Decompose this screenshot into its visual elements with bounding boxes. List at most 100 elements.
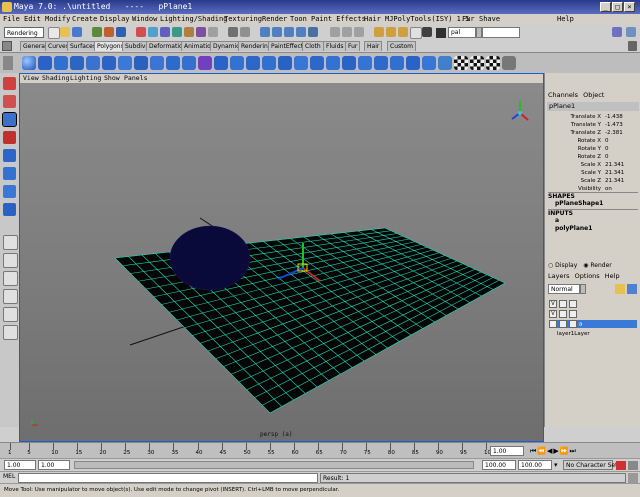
visibility-toggle-icon[interactable]: V [549, 320, 557, 328]
channel-attribute-value[interactable]: 21.341 [605, 177, 624, 185]
playback-toggle-icon[interactable] [559, 300, 567, 308]
input-node-a[interactable]: a [555, 217, 559, 224]
menu-toon[interactable]: Toon [290, 14, 307, 25]
channel-attribute-value[interactable]: -1.473 [605, 121, 623, 129]
quick-select-field[interactable]: pal [448, 27, 476, 38]
sphere-object[interactable] [169, 225, 251, 291]
shelf-options-icon[interactable] [3, 56, 13, 70]
range-bar[interactable] [74, 461, 474, 469]
render-globals-icon[interactable] [410, 27, 422, 39]
selected-object-name[interactable]: pPlane1 [547, 102, 639, 111]
poly-prism-icon[interactable] [118, 56, 132, 70]
split-polygon-icon[interactable] [374, 56, 388, 70]
script-editor-icon[interactable] [628, 473, 638, 483]
select-surfaces-icon[interactable] [172, 27, 182, 37]
character-set-field[interactable]: No Character Set [563, 460, 617, 470]
make-live-icon[interactable] [308, 27, 318, 37]
poly-sphere-icon[interactable] [22, 56, 36, 70]
checker-map-icon[interactable] [454, 56, 468, 70]
end-time-field[interactable]: 100.00 [518, 460, 552, 470]
select-curves-icon[interactable] [160, 27, 170, 37]
shelf-tab-custom[interactable]: Custom [387, 41, 416, 51]
layer-name[interactable]: a [579, 322, 582, 328]
playback-end-field[interactable]: 100.00 [482, 460, 516, 470]
layer-row[interactable]: V [549, 310, 637, 318]
mirror-geometry-icon[interactable] [310, 56, 324, 70]
menu-mjpolytools[interactable]: MJPolyTools(ISY) 1.5 [385, 14, 469, 25]
channel-attribute-value[interactable]: 21.341 [605, 169, 624, 177]
poly-helix-icon[interactable] [150, 56, 164, 70]
playback-start-field[interactable]: 1.00 [38, 460, 70, 470]
construction-history-icon[interactable] [354, 27, 364, 37]
shelf-tab-fur[interactable]: Fur [345, 41, 361, 51]
layers-menu-layers[interactable]: Layers [548, 272, 570, 280]
shelf-tab-hair[interactable]: Hair [364, 41, 383, 51]
menu-file[interactable]: File [3, 14, 20, 25]
visibility-toggle-icon[interactable]: V [549, 300, 557, 308]
display-radio-icon[interactable]: ○ [548, 262, 553, 269]
channel-box-menu-channels[interactable]: Channels [548, 91, 578, 99]
channel-attribute-row[interactable]: Scale Y 21.341 [547, 169, 639, 177]
extrude-edge-icon[interactable] [342, 56, 356, 70]
select-tool-icon[interactable] [3, 77, 16, 90]
viewport-menu-view[interactable]: View [23, 74, 39, 83]
render-current-frame-icon[interactable] [386, 27, 396, 37]
chevron-down-icon[interactable] [580, 284, 586, 294]
select-dynamics-icon[interactable] [196, 27, 206, 37]
menu-edit[interactable]: Edit [24, 14, 41, 25]
channel-attribute-value[interactable]: 0 [605, 153, 609, 161]
shelf-tab-cloth[interactable]: Cloth [302, 41, 324, 51]
boolean-union-icon[interactable] [262, 56, 276, 70]
menu-window[interactable]: Window [132, 14, 157, 25]
time-slider[interactable]: 1510152025303540455055606570758085909510… [0, 442, 640, 459]
menu-fur[interactable]: Fur [462, 14, 475, 25]
select-rendering-icon[interactable] [208, 27, 218, 37]
uv-texture-editor-icon[interactable] [486, 56, 500, 70]
visibility-toggle-icon[interactable]: V [549, 310, 557, 318]
channel-attribute-row[interactable]: Scale X 21.341 [547, 161, 639, 169]
menu-render[interactable]: Render [262, 14, 287, 25]
select-deformers-icon[interactable] [184, 27, 194, 37]
merge-vertices-icon[interactable] [406, 56, 420, 70]
save-scene-icon[interactable] [72, 27, 82, 37]
animation-preferences-icon[interactable] [628, 461, 638, 470]
shelf-menu-icon[interactable] [2, 41, 12, 51]
channel-attribute-row[interactable]: Translate Y -1.473 [547, 121, 639, 129]
render-radio-icon[interactable]: ◉ [583, 262, 588, 269]
move-tool-icon[interactable] [2, 112, 17, 127]
clapboard-icon[interactable] [422, 27, 432, 37]
snap-grid-icon[interactable] [260, 27, 270, 37]
uv-snapshot-icon[interactable] [470, 56, 484, 70]
select-hierarchy-icon[interactable] [92, 27, 102, 37]
layer-row[interactable]: V [549, 300, 637, 308]
channel-attribute-row[interactable]: Rotate Z 0 [547, 153, 639, 161]
channel-attribute-row[interactable]: Scale Z 21.341 [547, 177, 639, 185]
snap-view-plane-icon[interactable] [296, 27, 306, 37]
four-view-layout-icon[interactable] [3, 253, 18, 268]
step-forward-icon[interactable]: ⏩ [560, 447, 570, 455]
viewport-scene[interactable]: persp (a) [20, 83, 543, 441]
output-ops-icon[interactable] [342, 27, 352, 37]
layers-menu-options[interactable]: Options [575, 272, 600, 280]
separate-icon[interactable] [214, 56, 228, 70]
hypershade-layout-icon[interactable] [3, 307, 18, 322]
new-layer-selected-icon[interactable] [627, 284, 637, 294]
menu-modify[interactable]: Modify [45, 14, 70, 25]
lock-selection-icon[interactable] [228, 27, 238, 37]
poly-torus-icon[interactable] [102, 56, 116, 70]
viewport-menu-show[interactable]: Show [104, 74, 120, 83]
channel-box-menu-object[interactable]: Object [583, 91, 604, 99]
shelf-tab-fluids[interactable]: Fluids [323, 41, 347, 51]
channel-attribute-value[interactable]: -1.438 [605, 113, 623, 121]
start-time-field[interactable]: 1.00 [4, 460, 36, 470]
snap-point-icon[interactable] [284, 27, 294, 37]
extrude-face-icon[interactable] [326, 56, 340, 70]
layer-color-icon[interactable] [569, 320, 577, 328]
planar-mapping-icon[interactable] [438, 56, 452, 70]
manipulator-tool-icon[interactable] [3, 167, 16, 180]
poly-pipe-icon[interactable] [134, 56, 148, 70]
select-handles-icon[interactable] [136, 27, 146, 37]
menu-display[interactable]: Display [100, 14, 130, 25]
command-input[interactable] [18, 473, 318, 483]
render-layer-label[interactable]: Render [590, 262, 611, 269]
